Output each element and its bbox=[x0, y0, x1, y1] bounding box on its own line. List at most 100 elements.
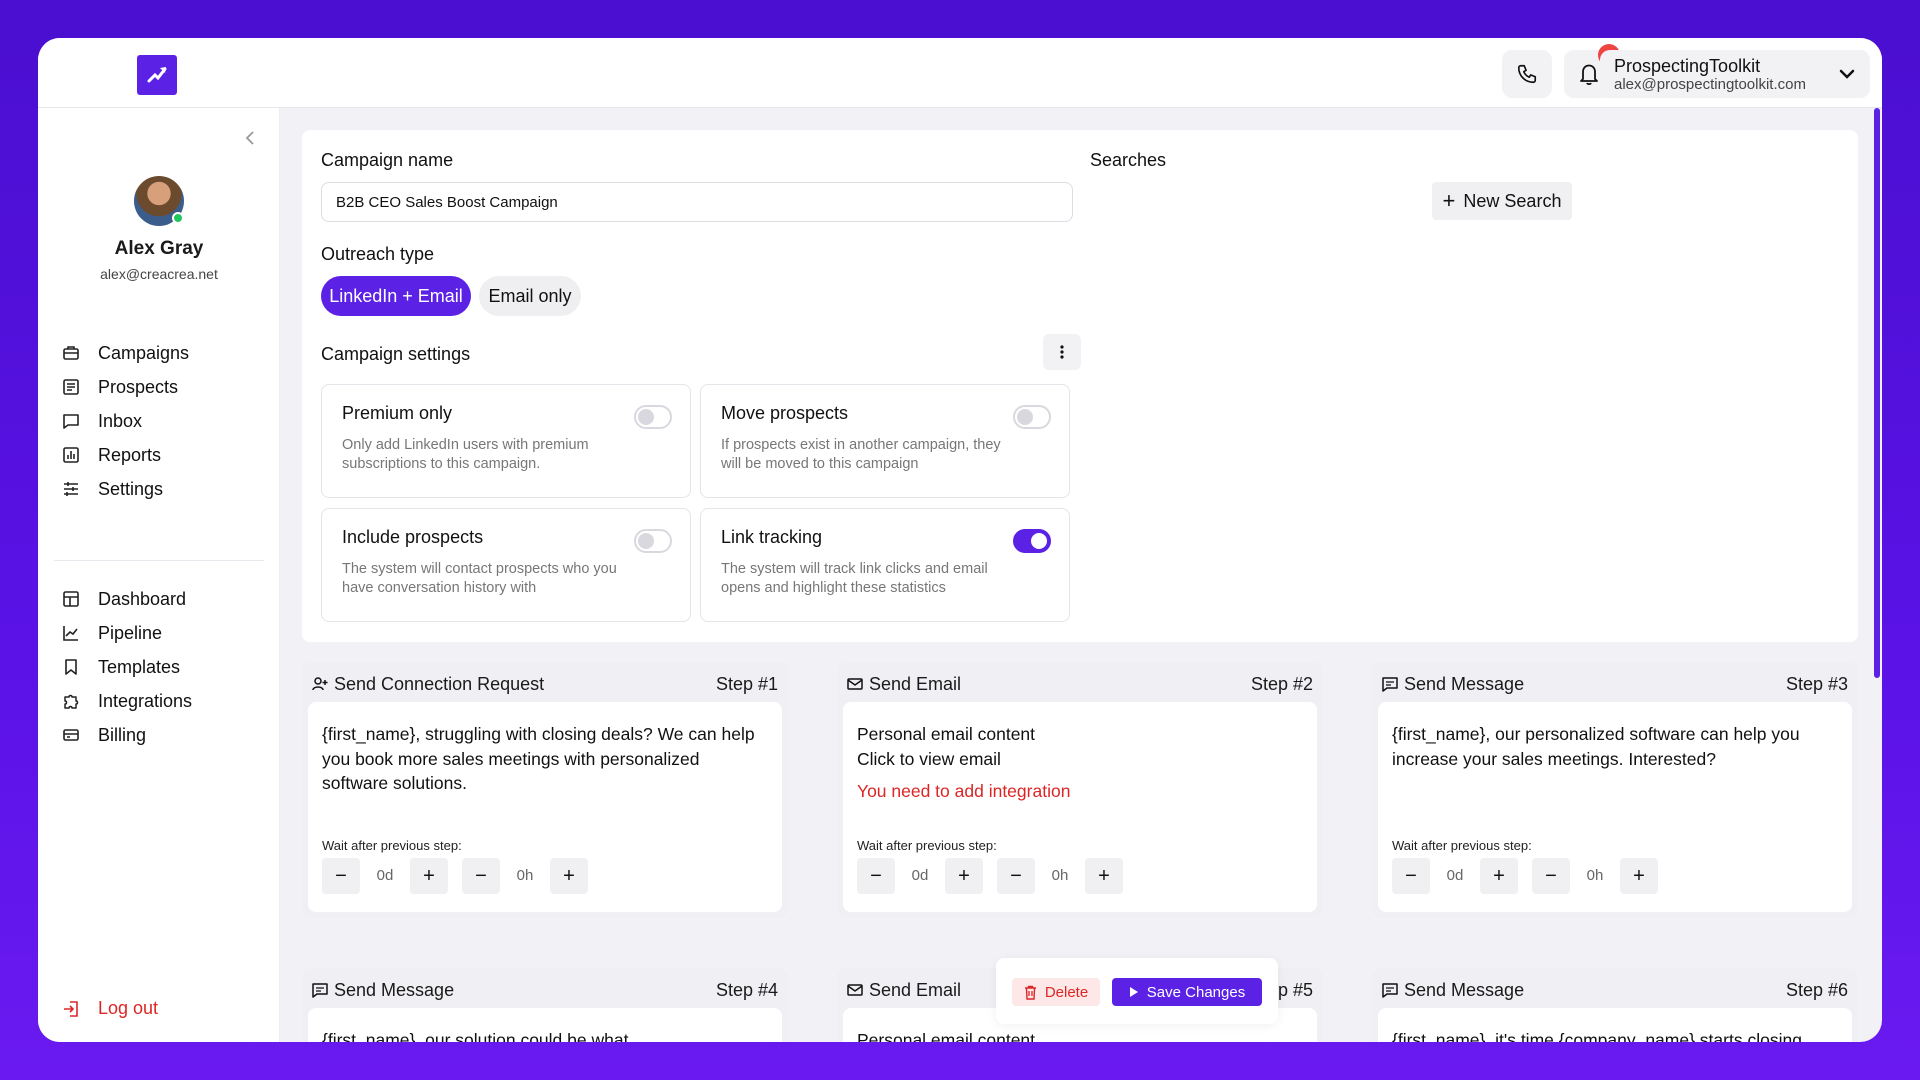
floating-action-bar: Delete Save Changes bbox=[996, 958, 1278, 1024]
days-stepper: − 0d + bbox=[857, 858, 983, 894]
outreach-email-only-option[interactable]: Email only bbox=[479, 276, 581, 316]
step-message: {first_name}, it's time {company_name} s… bbox=[1392, 1030, 1802, 1042]
premium-only-toggle[interactable] bbox=[634, 405, 672, 429]
step-message: Personal email content bbox=[857, 1030, 1036, 1042]
setting-title: Link tracking bbox=[721, 527, 823, 547]
new-search-button[interactable]: + New Search bbox=[1432, 182, 1572, 220]
setting-move-prospects: Move prospects If prospects exist in ano… bbox=[700, 384, 1070, 498]
setting-title: Move prospects bbox=[721, 403, 849, 423]
logout-icon bbox=[64, 1000, 78, 1017]
decrement-days-button[interactable]: − bbox=[857, 858, 895, 894]
delete-button[interactable]: Delete bbox=[1012, 978, 1100, 1006]
link-tracking-toggle[interactable] bbox=[1013, 529, 1051, 553]
step-content[interactable]: {first_name}, our solution could be what bbox=[308, 1008, 782, 1042]
account-menu[interactable]: ProspectingToolkit alex@prospectingtoolk… bbox=[1600, 50, 1870, 98]
collapse-sidebar-icon[interactable] bbox=[243, 130, 257, 146]
step-type: Send Message bbox=[334, 979, 455, 1000]
step-header: Send Connection Request Step #1 bbox=[312, 672, 778, 696]
decrement-hours-button[interactable]: − bbox=[462, 858, 500, 894]
increment-days-button[interactable]: + bbox=[945, 858, 983, 894]
decrement-hours-button[interactable]: − bbox=[1532, 858, 1570, 894]
days-value[interactable]: 0d bbox=[895, 858, 945, 894]
increment-days-button[interactable]: + bbox=[1480, 858, 1518, 894]
step-message: {first_name}, our personalized software … bbox=[1392, 724, 1800, 769]
sidebar-item-inbox[interactable]: Inbox bbox=[62, 404, 262, 438]
step-message: {first_name}, our solution could be what bbox=[322, 1030, 629, 1042]
step-card-6[interactable]: Send Message Step #6 {first_name}, it's … bbox=[1372, 968, 1858, 1042]
phone-icon bbox=[1517, 64, 1537, 84]
hours-value[interactable]: 0h bbox=[500, 858, 550, 894]
days-stepper: − 0d + bbox=[322, 858, 448, 894]
kebab-menu-icon bbox=[1060, 345, 1064, 359]
sidebar-item-reports[interactable]: Reports bbox=[62, 438, 262, 472]
step-content[interactable]: {first_name}, struggling with closing de… bbox=[308, 702, 782, 912]
sidebar-item-pipeline[interactable]: Pipeline bbox=[62, 616, 262, 650]
increment-hours-button[interactable]: + bbox=[550, 858, 588, 894]
step-content[interactable]: {first_name}, our personalized software … bbox=[1378, 702, 1852, 912]
account-email: alex@prospectingtoolkit.com bbox=[1614, 76, 1806, 93]
sidebar-item-label: Pipeline bbox=[98, 622, 163, 643]
step-card-1[interactable]: Send Connection Request Step #1 {first_n… bbox=[302, 662, 788, 918]
include-prospects-toggle[interactable] bbox=[634, 529, 672, 553]
campaign-name-input[interactable] bbox=[321, 182, 1073, 222]
avatar[interactable] bbox=[134, 176, 184, 226]
sidebar: Alex Gray alex@creacrea.net Campaigns Pr… bbox=[38, 108, 280, 1042]
view-email-link[interactable]: Click to view email bbox=[857, 747, 1303, 772]
app-logo[interactable] bbox=[137, 55, 177, 95]
sidebar-item-billing[interactable]: Billing bbox=[62, 718, 262, 752]
days-stepper: − 0d + bbox=[1392, 858, 1518, 894]
account-name: ProspectingToolkit bbox=[1614, 56, 1761, 76]
logout-button[interactable]: Log out bbox=[62, 998, 158, 1019]
sidebar-item-templates[interactable]: Templates bbox=[62, 650, 262, 684]
plus-icon: + bbox=[1442, 188, 1456, 213]
logout-label: Log out bbox=[98, 998, 159, 1018]
increment-hours-button[interactable]: + bbox=[1085, 858, 1123, 894]
toggle-knob bbox=[1031, 533, 1047, 549]
toggle-knob bbox=[1017, 409, 1033, 425]
step-content[interactable]: Personal email content Click to view ema… bbox=[843, 702, 1317, 912]
setting-description: The system will track link clicks and em… bbox=[721, 561, 988, 596]
hours-value[interactable]: 0h bbox=[1570, 858, 1620, 894]
wait-label: Wait after previous step: bbox=[322, 838, 462, 853]
sidebar-item-prospects[interactable]: Prospects bbox=[62, 370, 262, 404]
decrement-days-button[interactable]: − bbox=[1392, 858, 1430, 894]
phone-button[interactable] bbox=[1502, 50, 1552, 98]
main-scrollbar[interactable] bbox=[1874, 108, 1880, 678]
step-header: Send Email Step #2 bbox=[847, 672, 1313, 696]
hours-value[interactable]: 0h bbox=[1035, 858, 1085, 894]
message-icon bbox=[1382, 983, 1398, 998]
top-header: 1 ProspectingToolkit alex@prospectingtoo… bbox=[38, 38, 1882, 108]
sidebar-item-integrations[interactable]: Integrations bbox=[62, 684, 262, 718]
outreach-linkedin-email-option[interactable]: LinkedIn + Email bbox=[321, 276, 471, 316]
sidebar-item-label: Inbox bbox=[98, 410, 143, 431]
decrement-hours-button[interactable]: − bbox=[997, 858, 1035, 894]
step-content[interactable]: {first_name}, it's time {company_name} s… bbox=[1378, 1008, 1852, 1042]
puzzle-icon bbox=[64, 694, 79, 709]
increment-hours-button[interactable]: + bbox=[1620, 858, 1658, 894]
step-type: Send Email bbox=[869, 673, 962, 694]
days-value[interactable]: 0d bbox=[1430, 858, 1480, 894]
decrement-days-button[interactable]: − bbox=[322, 858, 360, 894]
integration-warning: You need to add integration bbox=[857, 781, 1071, 801]
step-card-2[interactable]: Send Email Step #2 Personal email conten… bbox=[837, 662, 1323, 918]
wait-label: Wait after previous step: bbox=[857, 838, 997, 853]
step-message: Personal email content bbox=[857, 724, 1036, 744]
step-card-4[interactable]: Send Message Step #4 {first_name}, our s… bbox=[302, 968, 788, 1042]
sliders-icon bbox=[64, 482, 78, 496]
step-card-3[interactable]: Send Message Step #3 {first_name}, our p… bbox=[1372, 662, 1858, 918]
briefcase-icon bbox=[63, 346, 79, 360]
increment-days-button[interactable]: + bbox=[410, 858, 448, 894]
move-prospects-toggle[interactable] bbox=[1013, 405, 1051, 429]
sidebar-item-label: Prospects bbox=[98, 376, 179, 397]
play-icon bbox=[1129, 987, 1138, 997]
mail-icon bbox=[847, 984, 863, 996]
setting-description: Only add LinkedIn users with premium sub… bbox=[342, 437, 589, 472]
save-changes-button[interactable]: Save Changes bbox=[1112, 978, 1262, 1006]
days-value[interactable]: 0d bbox=[360, 858, 410, 894]
sidebar-item-settings[interactable]: Settings bbox=[62, 472, 262, 506]
settings-more-button[interactable] bbox=[1043, 334, 1081, 370]
sidebar-item-campaigns[interactable]: Campaigns bbox=[62, 336, 262, 370]
step-message: {first_name}, struggling with closing de… bbox=[322, 724, 755, 793]
sidebar-item-label: Dashboard bbox=[98, 588, 187, 609]
sidebar-item-dashboard[interactable]: Dashboard bbox=[62, 582, 262, 616]
